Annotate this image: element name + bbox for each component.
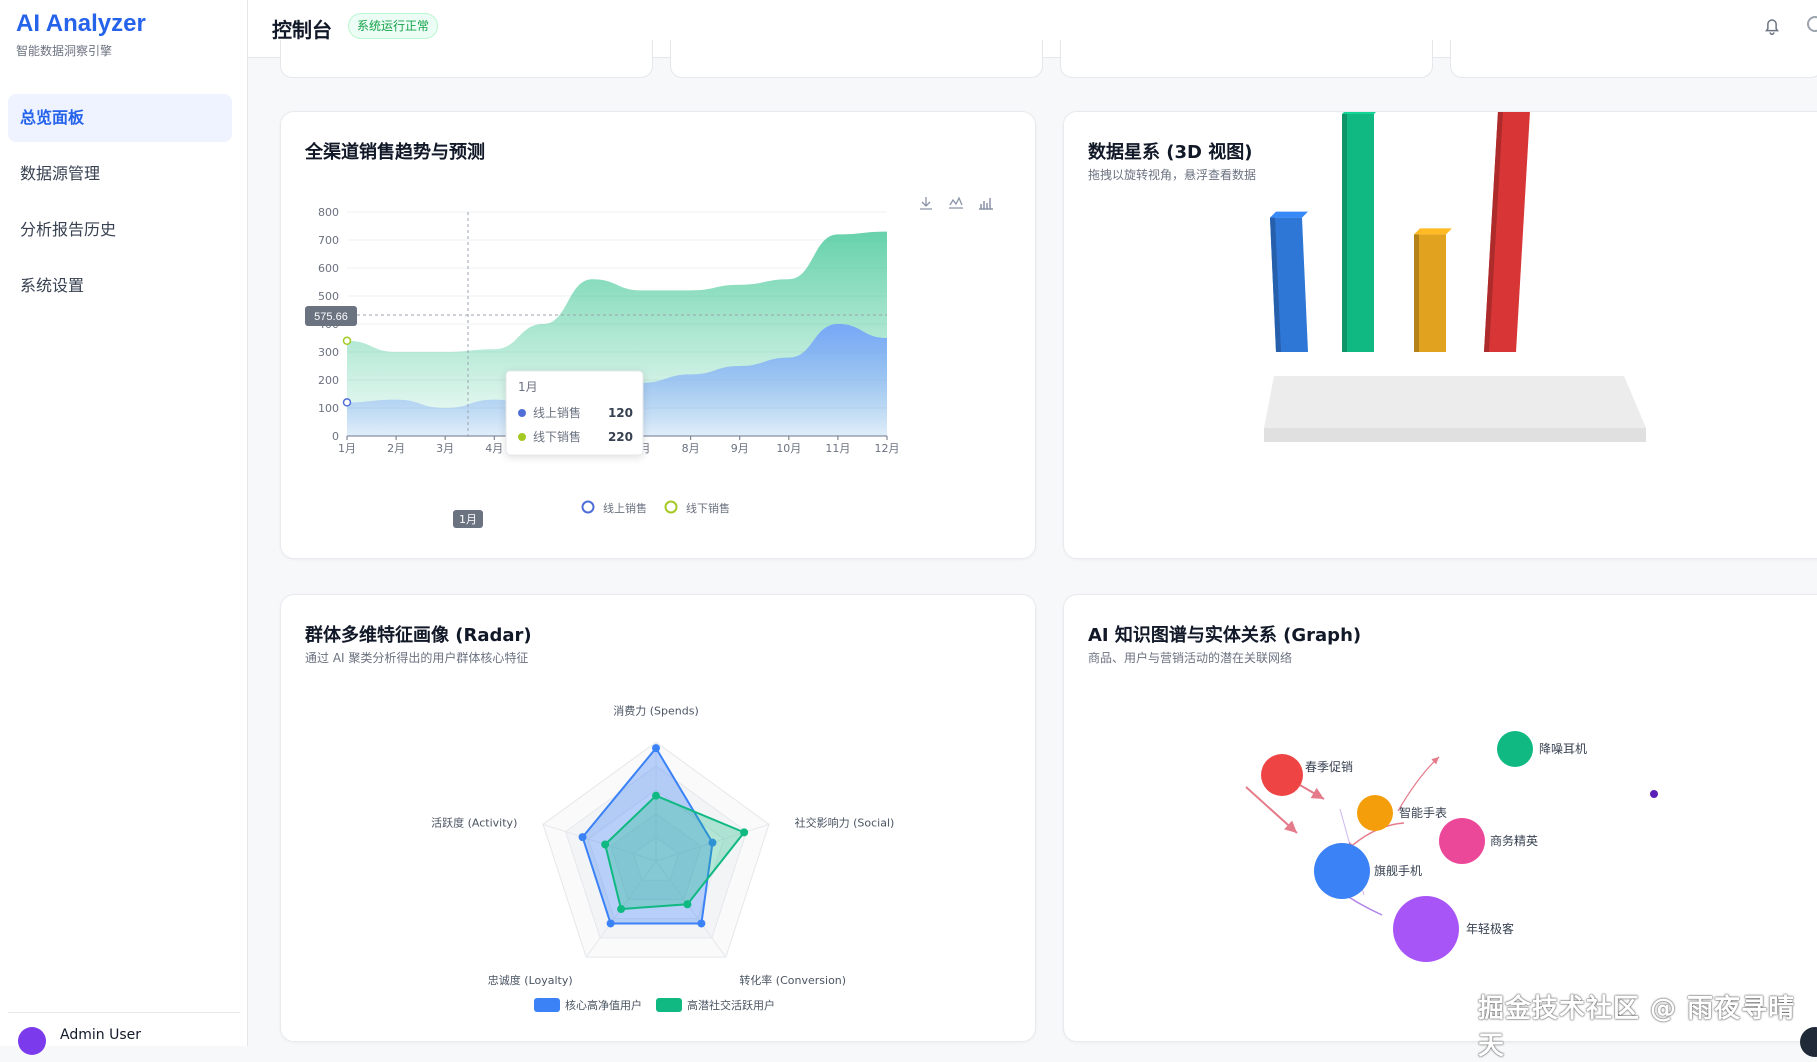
brand-subtitle: 智能数据洞察引擎 — [16, 44, 113, 58]
sales-trend-chart[interactable]: 0100200300400500600700800 1月2月3月4月5月6月7月… — [281, 112, 1037, 560]
bell-icon[interactable] — [1761, 14, 1783, 38]
radar-indicator-label: 消费力 (Spends) — [613, 703, 699, 717]
search-icon[interactable] — [1807, 16, 1817, 32]
radar-point[interactable] — [578, 833, 587, 842]
avatar — [18, 1027, 46, 1055]
watermark: 掘金技术社区 @ 雨夜寻晴天 — [1478, 994, 1796, 1061]
radar-point[interactable] — [601, 840, 610, 849]
tooltip-row-value: 120 — [608, 406, 633, 420]
galaxy-3d-chart[interactable] — [1064, 112, 1817, 560]
sidebar: AI Analyzer 智能数据洞察引擎 总览面板 数据源管理 分析报告历史 系… — [0, 0, 248, 1055]
graph-node-label: 旗舰手机 — [1374, 863, 1422, 878]
x-tick-label: 12月 — [875, 442, 900, 455]
x-tick-label: 1月 — [338, 442, 356, 455]
graph-node-label: 降噪耳机 — [1539, 742, 1587, 756]
y-tick-label: 800 — [318, 206, 339, 219]
status-badge: 系统运行正常 — [348, 13, 439, 39]
stat-card — [1450, 40, 1817, 78]
graph-dot — [1650, 790, 1658, 798]
x-tick-label: 8月 — [682, 442, 700, 455]
legend-offline-label[interactable]: 线下销售 — [686, 501, 730, 515]
point-online-jan[interactable] — [342, 398, 352, 407]
radar-indicator-label: 活跃度 (Activity) — [431, 815, 517, 829]
graph-node-label: 年轻极客 — [1466, 921, 1514, 936]
graph-node-label: 春季促销 — [1305, 760, 1353, 774]
crosshair-y-label: 575.66 — [314, 311, 348, 323]
data-galaxy-card: 数据星系 (3D 视图) 拖拽以旋转视角，悬浮查看数据 — [1063, 111, 1817, 559]
radar-point[interactable] — [697, 919, 706, 928]
graph-node[interactable] — [1439, 818, 1485, 864]
brand: AI Analyzer 智能数据洞察引擎 — [16, 10, 146, 59]
knowledge-graph[interactable]: 春季促销智能手表 降噪耳机商务精英旗舰手机年轻极客 — [1064, 595, 1817, 1043]
point-offline-jan[interactable] — [342, 336, 352, 346]
chart-tooltip: 1月 线上销售 120 线下销售 220 — [505, 370, 644, 456]
radar-point[interactable] — [606, 919, 615, 928]
legend-online-marker[interactable] — [581, 500, 595, 514]
graph-node[interactable] — [1314, 843, 1370, 899]
x-tick-label: 9月 — [731, 442, 749, 455]
sidebar-item-report-history[interactable]: 分析报告历史 — [8, 206, 232, 254]
page-title: 控制台 — [272, 18, 332, 42]
radar-chart[interactable]: 消费力 (Spends) 社交影响力 (Social) 转化率 (Conversio… — [281, 595, 1037, 1043]
x-tick-label: 3月 — [436, 442, 454, 455]
galaxy-platform-edge — [1264, 428, 1646, 442]
sidebar-item-overview[interactable]: 总览面板 — [8, 94, 232, 142]
tooltip-row-name: 线上销售 — [533, 405, 581, 420]
sidebar-item-settings[interactable]: 系统设置 — [8, 262, 232, 310]
user-profile[interactable]: Admin User — [8, 1012, 240, 1055]
y-tick-label: 700 — [318, 234, 339, 247]
galaxy-bar[interactable] — [1484, 112, 1536, 352]
legend-core-label[interactable]: 核心高净值用户 — [565, 998, 642, 1012]
radar-point[interactable] — [652, 744, 660, 753]
graph-node-label: 商务精英 — [1490, 833, 1538, 848]
legend-social-marker[interactable] — [656, 998, 682, 1012]
sidebar-nav: 总览面板 数据源管理 分析报告历史 系统设置 — [8, 94, 232, 318]
crosshair-x-label: 1月 — [459, 513, 477, 526]
radar-point[interactable] — [683, 900, 692, 909]
legend-online-label[interactable]: 线上销售 — [603, 501, 647, 515]
graph-node[interactable] — [1261, 754, 1303, 796]
y-tick-label: 500 — [318, 290, 339, 303]
tooltip-row-name: 线下销售 — [533, 429, 581, 444]
graph-node-label: 智能手表 — [1399, 805, 1447, 820]
graph-node[interactable] — [1357, 795, 1393, 831]
y-tick-label: 600 — [318, 262, 339, 275]
y-tick-label: 200 — [318, 374, 339, 387]
sales-trend-card: 全渠道销售趋势与预测 0100200300400500600700800 1月2… — [280, 111, 1036, 559]
legend-offline-marker[interactable] — [664, 500, 678, 514]
x-tick-label: 10月 — [776, 442, 801, 455]
user-name: Admin User — [60, 1027, 141, 1043]
line-chart-icon[interactable] — [949, 196, 963, 209]
bar-chart-icon[interactable] — [979, 198, 993, 210]
radar-point[interactable] — [740, 828, 749, 837]
stat-card — [1060, 40, 1433, 78]
tooltip-row-value: 220 — [608, 430, 633, 444]
radar-point[interactable] — [617, 905, 626, 914]
x-tick-label: 4月 — [485, 442, 503, 455]
galaxy-bar[interactable] — [1270, 211, 1308, 352]
radar-indicator-label: 转化率 (Conversion) — [739, 973, 846, 987]
radar-card: 群体多维特征画像 (Radar) 通过 AI 聚类分析得出的用户群体核心特征 消… — [280, 594, 1036, 1042]
legend-core-marker[interactable] — [534, 998, 560, 1012]
y-tick-label: 300 — [318, 346, 339, 359]
knowledge-graph-card: AI 知识图谱与实体关系 (Graph) 商品、用户与营销活动的潜在关联网络 春… — [1063, 594, 1817, 1042]
radar-point[interactable] — [652, 791, 660, 800]
download-icon[interactable] — [920, 197, 932, 210]
legend-social-label[interactable]: 高潜社交活跃用户 — [687, 998, 775, 1012]
galaxy-bar[interactable] — [1342, 112, 1380, 352]
x-tick-label: 11月 — [825, 442, 850, 455]
tooltip-title: 1月 — [518, 380, 538, 394]
graph-node[interactable] — [1497, 731, 1533, 767]
stat-card — [670, 40, 1043, 78]
graph-node[interactable] — [1393, 896, 1459, 962]
brand-name: AI Analyzer — [16, 10, 146, 37]
x-tick-label: 2月 — [387, 442, 405, 455]
galaxy-platform — [1264, 376, 1646, 428]
galaxy-bar[interactable] — [1414, 228, 1452, 352]
stat-card — [280, 40, 653, 78]
sidebar-item-datasources[interactable]: 数据源管理 — [8, 150, 232, 198]
radar-indicator-label: 社交影响力 (Social) — [795, 815, 895, 829]
y-tick-label: 100 — [318, 402, 339, 415]
radar-indicator-label: 忠诚度 (Loyalty) — [488, 973, 573, 987]
